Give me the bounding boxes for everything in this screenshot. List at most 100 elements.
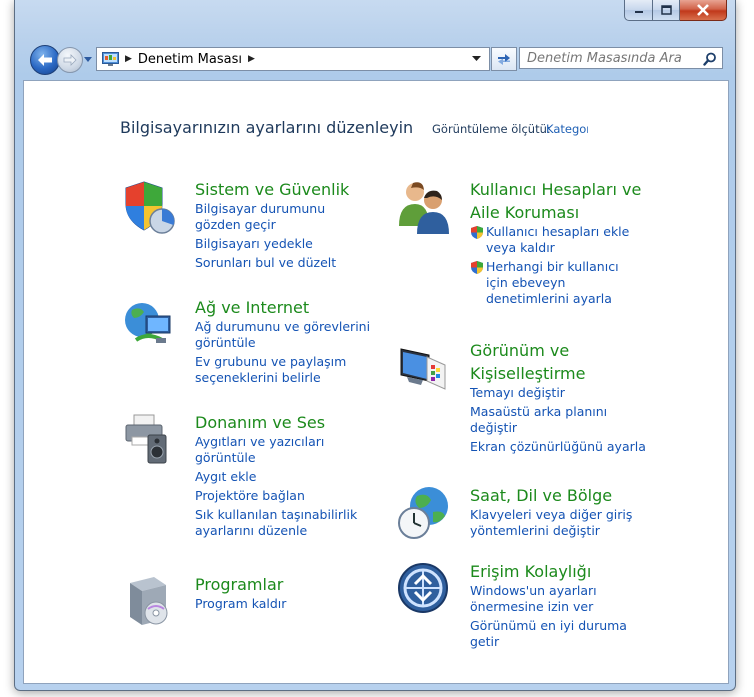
close-button[interactable] <box>680 0 727 21</box>
task-link-line[interactable]: Masaüstü arka planını <box>470 404 646 420</box>
task-link-line[interactable]: Görünümü en iyi duruma <box>470 618 627 634</box>
task-link-text[interactable]: Program kaldır <box>195 596 286 612</box>
task-link-text[interactable]: Kullanıcı hesapları ekle veya kaldır <box>486 224 629 256</box>
forward-button[interactable] <box>57 47 83 73</box>
task-link-line[interactable]: Bilgisayarı yedekle <box>195 236 349 252</box>
breadcrumb-control-panel[interactable]: Denetim Masası <box>138 52 242 67</box>
network-globe-icon[interactable] <box>122 296 176 354</box>
category-title-line[interactable]: Kullanıcı Hesapları ve <box>470 178 641 201</box>
category-title[interactable]: Saat, Dil ve Bölge <box>470 484 632 507</box>
search-input[interactable]: Denetim Masasında Ara <box>519 47 723 69</box>
task-link-text[interactable]: Ev grubunu ve paylaşım seçeneklerini beli… <box>195 354 370 386</box>
search-icon[interactable] <box>703 52 717 66</box>
task-link[interactable]: Sık kullanılan taşınabilirlik ayarlarını … <box>195 507 357 539</box>
task-link-line[interactable]: seçeneklerini belirle <box>195 370 370 386</box>
task-link-line[interactable]: Ev grubunu ve paylaşım <box>195 354 370 370</box>
view-by-dropdown[interactable]: Kategori <box>546 122 588 136</box>
monitor-palette-icon[interactable] <box>397 339 451 397</box>
shield-icon[interactable] <box>122 178 176 236</box>
accessibility-icon[interactable] <box>397 560 451 618</box>
task-link[interactable]: Masaüstü arka planını değiştir <box>470 404 646 436</box>
task-link[interactable]: Bilgisayarı yedekle <box>195 236 349 252</box>
task-link-line[interactable]: Sorunları bul ve düzelt <box>195 255 349 271</box>
address-dropdown-icon[interactable] <box>472 54 481 62</box>
task-link-text[interactable]: Aygıt ekle <box>195 469 357 485</box>
task-link[interactable]: Ev grubunu ve paylaşım seçeneklerini beli… <box>195 354 370 386</box>
task-link-line[interactable]: yöntemlerini değiştir <box>470 523 632 539</box>
task-link-line[interactable]: Ekran çözünürlüğünü ayarla <box>470 439 646 455</box>
users-icon[interactable] <box>397 178 451 236</box>
address-bar[interactable]: ▶ Denetim Masası ▶ <box>96 47 490 71</box>
programs-box-icon[interactable] <box>122 573 176 631</box>
task-link-line[interactable]: Projektöre bağlan <box>195 488 357 504</box>
clock-globe-icon[interactable] <box>397 484 451 542</box>
task-link-line[interactable]: önermesine izin ver <box>470 599 627 615</box>
category-title-line[interactable]: Erişim Kolaylığı <box>470 560 627 583</box>
category-title-line[interactable]: Programlar <box>195 573 286 596</box>
category-title-line[interactable]: Kişiselleştirme <box>470 362 646 385</box>
category-title-line[interactable]: Ağ ve Internet <box>195 296 370 319</box>
task-link-line[interactable]: görüntüle <box>195 335 370 351</box>
task-link-text[interactable]: Bilgisayar durumunu gözden geçir <box>195 201 349 233</box>
task-link-line[interactable]: Kullanıcı hesapları ekle <box>486 224 629 240</box>
task-link-line[interactable]: için ebeveyn <box>486 275 619 291</box>
category-title-line[interactable]: Saat, Dil ve Bölge <box>470 484 632 507</box>
task-link-line[interactable]: denetimlerini ayarla <box>486 291 619 307</box>
task-link-text[interactable]: Klavyeleri veya diğer giriş yöntemlerini … <box>470 507 632 539</box>
task-link[interactable]: Sorunları bul ve düzelt <box>195 255 349 271</box>
task-link-line[interactable]: veya kaldır <box>486 240 629 256</box>
task-link-line[interactable]: Aygıtları ve yazıcıları <box>195 434 357 450</box>
task-link[interactable]: Ağ durumunu ve görevlerini görüntüle <box>195 319 370 351</box>
category-title[interactable]: Görünüm ve Kişiselleştirme <box>470 339 646 385</box>
category-title-line[interactable]: Aile Koruması <box>470 201 641 224</box>
task-link[interactable]: Aygıt ekle <box>195 469 357 485</box>
task-link-text[interactable]: Masaüstü arka planını değiştir <box>470 404 646 436</box>
task-link-line[interactable]: Temayı değiştir <box>470 385 646 401</box>
task-link-text[interactable]: Görünümü en iyi duruma getir <box>470 618 627 650</box>
task-link-line[interactable]: Herhangi bir kullanıcı <box>486 259 619 275</box>
task-link-text[interactable]: Bilgisayarı yedekle <box>195 236 349 252</box>
printer-speaker-icon[interactable] <box>122 411 176 469</box>
category-title[interactable]: Programlar <box>195 573 286 596</box>
task-link-text[interactable]: Ekran çözünürlüğünü ayarla <box>470 439 646 455</box>
maximize-button[interactable] <box>653 0 680 21</box>
task-link[interactable]: Görünümü en iyi duruma getir <box>470 618 627 650</box>
task-link-text[interactable]: Windows'un ayarları önermesine izin ver <box>470 583 627 615</box>
task-link[interactable]: Kullanıcı hesapları ekle veya kaldır <box>470 224 641 256</box>
task-link-line[interactable]: değiştir <box>470 420 646 436</box>
task-link-line[interactable]: görüntüle <box>195 450 357 466</box>
task-link[interactable]: Klavyeleri veya diğer giriş yöntemlerini … <box>470 507 632 539</box>
task-link-text[interactable]: Aygıtları ve yazıcıları görüntüle <box>195 434 357 466</box>
task-link-line[interactable]: getir <box>470 634 627 650</box>
category-title[interactable]: Ağ ve Internet <box>195 296 370 319</box>
category-title[interactable]: Erişim Kolaylığı <box>470 560 627 583</box>
task-link[interactable]: Temayı değiştir <box>470 385 646 401</box>
task-link[interactable]: Aygıtları ve yazıcıları görüntüle <box>195 434 357 466</box>
task-link[interactable]: Windows'un ayarları önermesine izin ver <box>470 583 627 615</box>
refresh-button[interactable] <box>491 47 517 71</box>
task-link[interactable]: Projektöre bağlan <box>195 488 357 504</box>
task-link-line[interactable]: Sık kullanılan taşınabilirlik <box>195 507 357 523</box>
task-link[interactable]: Bilgisayar durumunu gözden geçir <box>195 201 349 233</box>
task-link-line[interactable]: Program kaldır <box>195 596 286 612</box>
task-link-text[interactable]: Sorunları bul ve düzelt <box>195 255 349 271</box>
task-link-line[interactable]: Aygıt ekle <box>195 469 357 485</box>
history-dropdown-icon[interactable] <box>83 52 93 66</box>
task-link-text[interactable]: Sık kullanılan taşınabilirlik ayarlarını … <box>195 507 357 539</box>
breadcrumb-chevron-icon[interactable]: ▶ <box>248 54 255 64</box>
back-button[interactable] <box>30 45 60 75</box>
category-title[interactable]: Kullanıcı Hesapları ve Aile Koruması <box>470 178 641 224</box>
task-link-line[interactable]: Windows'un ayarları <box>470 583 627 599</box>
task-link-text[interactable]: Temayı değiştir <box>470 385 646 401</box>
category-title-line[interactable]: Sistem ve Güvenlik <box>195 178 349 201</box>
task-link-line[interactable]: Klavyeleri veya diğer giriş <box>470 507 632 523</box>
category-title[interactable]: Sistem ve Güvenlik <box>195 178 349 201</box>
minimize-button[interactable] <box>624 0 653 21</box>
task-link[interactable]: Herhangi bir kullanıcı için ebeveyn deneti… <box>470 259 641 307</box>
category-title[interactable]: Donanım ve Ses <box>195 411 357 434</box>
task-link-line[interactable]: Bilgisayar durumunu <box>195 201 349 217</box>
breadcrumb-chevron-icon[interactable]: ▶ <box>125 54 132 64</box>
category-title-line[interactable]: Görünüm ve <box>470 339 646 362</box>
task-link-line[interactable]: Ağ durumunu ve görevlerini <box>195 319 370 335</box>
task-link-line[interactable]: ayarlarını düzenle <box>195 523 357 539</box>
